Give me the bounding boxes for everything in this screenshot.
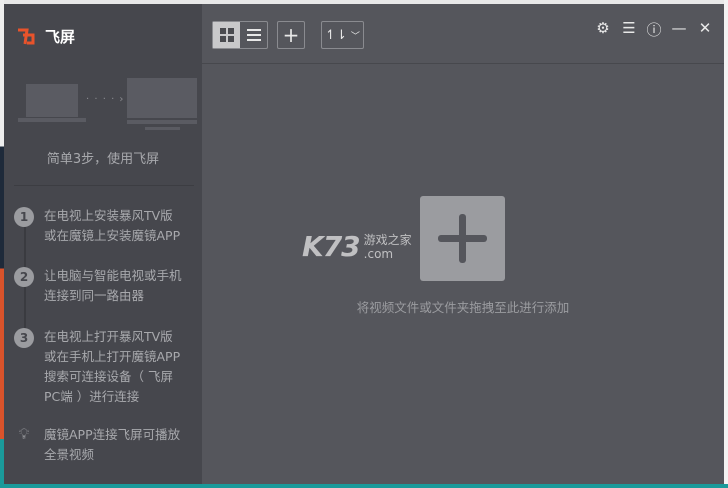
step-text: 在电视上安装暴风TV版 (44, 208, 173, 223)
tv-base (127, 120, 197, 124)
app-logo: 飞屏 (16, 26, 75, 47)
notes-icon[interactable]: ☰ (620, 19, 638, 37)
step-number: 2 (14, 267, 34, 287)
chevron-down-icon: ﹀ (350, 31, 360, 42)
app-title: 飞屏 (45, 28, 76, 46)
divider (14, 185, 194, 186)
view-toggle (212, 21, 268, 49)
devices-illustration: · · · · › (14, 74, 197, 130)
step-text: 在电视上打开暴风TV版 (44, 329, 173, 344)
desktop-background-bottom (0, 484, 728, 488)
list-view-button[interactable] (240, 22, 267, 48)
add-button[interactable]: + (277, 21, 305, 49)
add-video-dropzone[interactable] (420, 196, 505, 281)
tv-icon (127, 78, 197, 118)
step-text: 让电脑与智能电视或手机 (44, 268, 182, 283)
watermark-text: K73 (302, 230, 361, 263)
minimize-icon[interactable]: — (670, 19, 688, 37)
step-number: 3 (14, 328, 34, 348)
list-icon (246, 29, 261, 41)
tip-text: 全景视频 (44, 447, 95, 462)
step-1: 1 在电视上安装暴风TV版 或在魔镜上安装魔镜APP (14, 206, 194, 246)
tagline: 简单3步，使用飞屏 (46, 152, 160, 167)
grid-icon (219, 28, 234, 42)
desktop-background-right (724, 0, 728, 488)
help-icon[interactable]: ⓘ (645, 19, 663, 40)
grid-view-button[interactable] (213, 22, 240, 48)
watermark-logo: K73 游戏之家 .com (302, 230, 412, 263)
step-text: 搜索可连接设备（ 飞屏 (44, 369, 173, 384)
step-2: 2 让电脑与智能电视或手机 连接到同一路由器 (14, 266, 194, 306)
tv-foot (145, 127, 180, 130)
laptop-icon (26, 84, 78, 117)
step-text: 或在手机上打开魔镜APP (44, 349, 181, 364)
arrow-dots-icon: · · · · › (86, 94, 125, 105)
step-text: 或在魔镜上安装魔镜APP (44, 228, 181, 243)
settings-icon[interactable]: ⚙ (594, 19, 612, 37)
step-3: 3 在电视上打开暴风TV版 或在手机上打开魔镜APP 搜索可连接设备（ 飞屏 PC端 … (14, 327, 194, 407)
drop-hint: 将视频文件或文件夹拖拽至此进行添加 (356, 300, 570, 315)
plus-icon-vertical (459, 214, 466, 263)
sort-icon: ↿⇂ (325, 27, 347, 43)
app-window: 飞屏 · · · · › 简单3步，使用飞屏 1 在电视上安装暴风TV版 或在魔镜… (4, 4, 724, 484)
step-text: 连接到同一路由器 (44, 288, 145, 303)
close-icon[interactable]: ✕ (696, 19, 714, 37)
sidebar: 飞屏 · · · · › 简单3步，使用飞屏 1 在电视上安装暴风TV版 或在魔镜… (4, 4, 202, 484)
sort-button[interactable]: ↿⇂ ﹀ (321, 21, 364, 49)
step-number: 1 (14, 207, 34, 227)
lightbulb-icon: 💡︎ (18, 425, 30, 443)
watermark-text: .com (363, 246, 394, 261)
tip: 💡︎ 魔镜APP连接飞屏可播放 全景视频 (14, 425, 194, 465)
toolbar: + ↿⇂ ﹀ ⚙ ☰ ⓘ — ✕ (202, 4, 724, 64)
tip-text: 魔镜APP连接飞屏可播放 (44, 427, 181, 442)
feiping-logo-icon (18, 28, 35, 44)
step-text: PC端 ）进行连接 (44, 389, 140, 404)
watermark-text: 游戏之家 (363, 232, 412, 247)
laptop-base (18, 118, 86, 122)
